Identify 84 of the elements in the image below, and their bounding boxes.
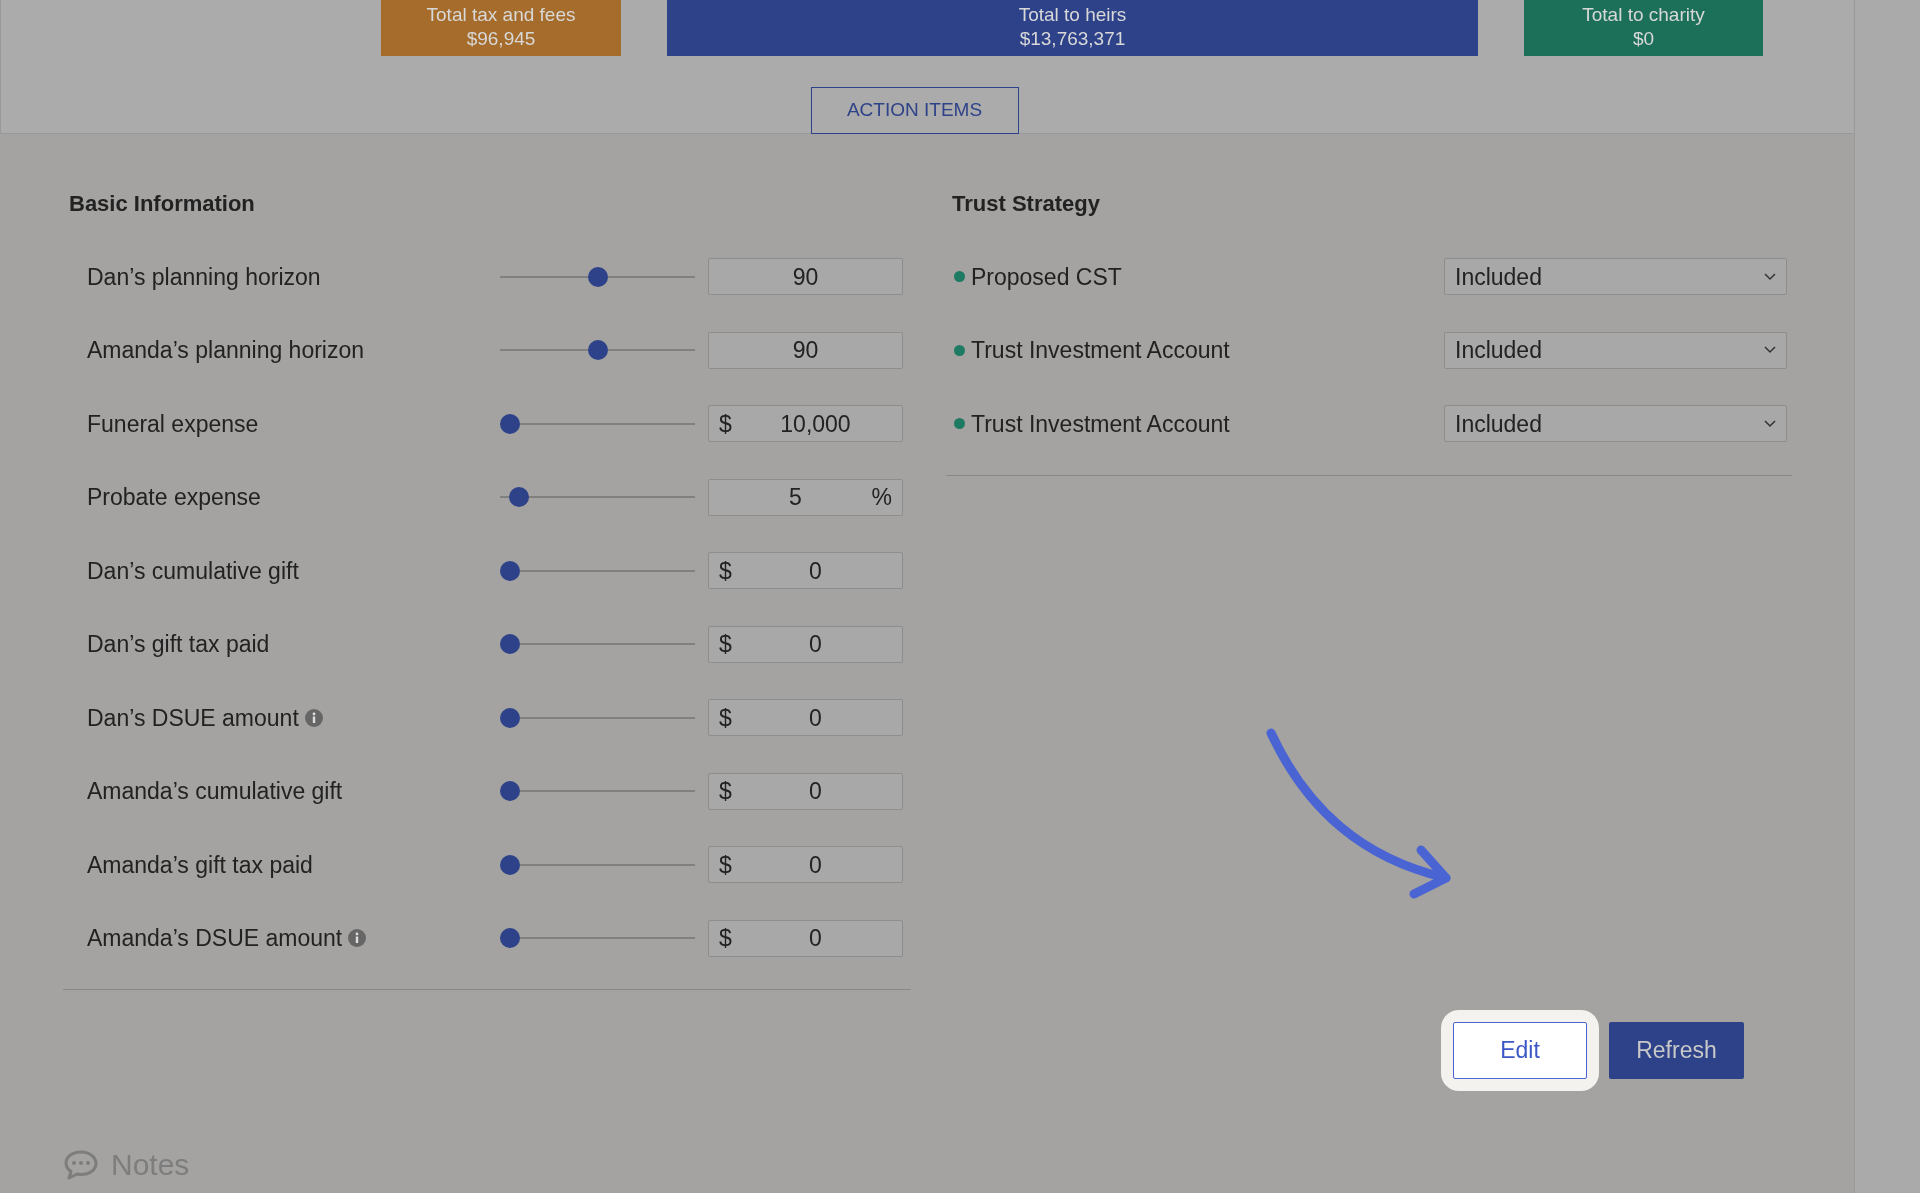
summary-value: $0 <box>1632 27 1655 51</box>
summary-label: Total to charity <box>1582 3 1705 27</box>
input-field[interactable]: $ 10,000 <box>708 405 903 443</box>
currency-symbol: $ <box>719 850 733 880</box>
summary-label: Total to heirs <box>1018 3 1127 27</box>
field-label: Dan’s gift tax paid <box>87 630 270 659</box>
input-field[interactable]: 5 % <box>708 478 903 516</box>
speech-bubble-icon <box>63 1148 99 1181</box>
slider-thumb[interactable] <box>500 928 520 949</box>
slider-track[interactable] <box>500 781 695 802</box>
strategy-label: Trust Investment Account <box>971 336 1230 365</box>
currency-symbol: $ <box>719 703 733 733</box>
slider-thumb[interactable] <box>500 854 520 875</box>
input-field[interactable]: $ 0 <box>708 552 903 590</box>
slider-thumb[interactable] <box>587 340 608 361</box>
field-label: Amanda’s gift tax paid <box>87 850 313 880</box>
input-field[interactable]: $ 0 <box>708 846 903 884</box>
field-label: Dan’s DSUE amount <box>87 703 299 733</box>
summary-label: Total tax and fees <box>426 3 576 27</box>
slider-thumb[interactable] <box>500 781 520 802</box>
input-value: 0 <box>808 556 823 586</box>
input-value: 0 <box>808 924 823 953</box>
slider-track[interactable] <box>500 487 695 508</box>
strategy-label: Trust Investment Account <box>971 409 1230 439</box>
slider-thumb[interactable] <box>500 413 520 434</box>
slider-track[interactable] <box>500 340 695 361</box>
select-field[interactable]: Included <box>1444 331 1787 369</box>
action-items-button[interactable]: ACTION ITEMS <box>810 87 1019 134</box>
input-field[interactable]: 90 <box>708 258 903 296</box>
slider-thumb[interactable] <box>508 487 529 508</box>
section-heading: Trust Strategy <box>952 190 1101 218</box>
input-field[interactable]: $ 0 <box>708 772 903 810</box>
field-label: Funeral expense <box>87 409 259 439</box>
summary-value: $13,763,371 <box>1019 27 1126 51</box>
unit-symbol: % <box>871 483 892 512</box>
edit-button[interactable]: Edit <box>1453 1021 1587 1079</box>
slider-thumb[interactable] <box>587 266 608 287</box>
chevron-down-icon <box>1764 346 1776 355</box>
summary-value: $96,945 <box>466 27 536 51</box>
input-value: 0 <box>808 850 823 880</box>
info-icon[interactable] <box>348 929 367 948</box>
slider-track[interactable] <box>500 634 695 655</box>
slider-track[interactable] <box>500 928 695 949</box>
select-value: Included <box>1455 336 1542 365</box>
select-field[interactable]: Included <box>1444 405 1787 443</box>
chevron-down-icon <box>1764 272 1776 281</box>
input-value: 90 <box>791 336 820 365</box>
strategy-label: Proposed CST <box>971 262 1122 292</box>
input-field[interactable]: $ 0 <box>708 919 903 957</box>
slider-track[interactable] <box>500 707 695 728</box>
input-value: 10,000 <box>779 409 852 439</box>
input-field[interactable]: 90 <box>708 331 903 369</box>
select-value: Included <box>1455 409 1542 439</box>
input-value: 0 <box>808 703 823 733</box>
input-value: 0 <box>808 777 823 806</box>
section-heading: Basic Information <box>69 190 256 218</box>
input-field[interactable]: $ 0 <box>708 699 903 737</box>
slider-thumb[interactable] <box>500 634 520 655</box>
slider-track[interactable] <box>500 854 695 875</box>
field-label: Amanda’s DSUE amount <box>87 924 343 953</box>
info-icon[interactable] <box>304 708 323 727</box>
slider-track[interactable] <box>500 266 695 287</box>
currency-symbol: $ <box>719 630 733 659</box>
slider-thumb[interactable] <box>500 707 520 728</box>
select-field[interactable]: Included <box>1444 258 1787 296</box>
field-label: Probate expense <box>87 483 261 512</box>
slider-thumb[interactable] <box>500 560 520 581</box>
field-label: Dan’s planning horizon <box>87 262 321 292</box>
slider-track[interactable] <box>500 560 695 581</box>
chevron-down-icon <box>1764 419 1776 428</box>
currency-symbol: $ <box>719 409 733 439</box>
refresh-button[interactable]: Refresh <box>1609 1021 1744 1079</box>
currency-symbol: $ <box>719 556 733 586</box>
input-value: 0 <box>808 630 823 659</box>
input-value: 5 <box>787 483 803 512</box>
select-value: Included <box>1455 262 1542 292</box>
field-label: Amanda’s planning horizon <box>87 336 365 365</box>
field-label: Dan’s cumulative gift <box>87 556 299 586</box>
slider-track[interactable] <box>500 413 695 434</box>
currency-symbol: $ <box>719 777 733 806</box>
input-value: 90 <box>791 262 820 292</box>
input-field[interactable]: $ 0 <box>708 625 903 663</box>
field-label: Amanda’s cumulative gift <box>87 777 343 806</box>
currency-symbol: $ <box>719 924 733 953</box>
